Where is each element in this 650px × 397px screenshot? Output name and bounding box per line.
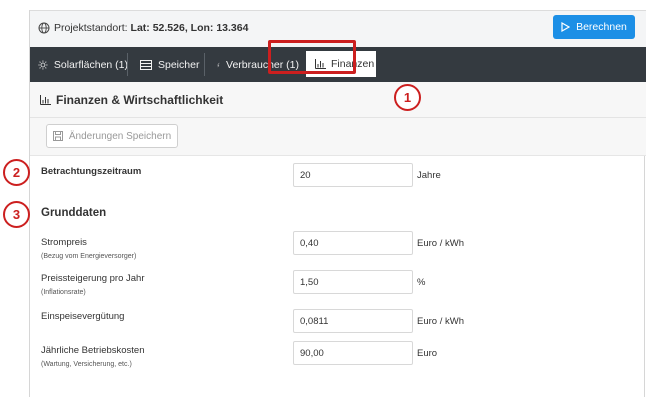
section-header: Finanzen & Wirtschaftlichkeit [30, 82, 646, 118]
annotation-marker-1: 1 [394, 84, 421, 111]
betrieb-label: Jährliche Betriebskosten (Wartung, Versi… [41, 345, 145, 368]
period-label: Betrachtungszeitraum [41, 166, 142, 177]
project-location: Projektstandort: Lat: 52.526, Lon: 13.36… [38, 22, 248, 34]
play-icon [561, 22, 571, 32]
group-title-grunddaten: Grunddaten [41, 207, 107, 219]
sun-icon [38, 59, 48, 70]
einspeise-unit: Euro / kWh [417, 316, 464, 327]
tab-verbraucher[interactable]: Verbraucher (1) [205, 47, 299, 82]
main-nav: Solarflächen (1) Speicher Verbraucher (1… [30, 47, 646, 82]
tab-label: Verbraucher (1) [226, 58, 299, 71]
strompreis-label: Strompreis (Bezug vom Energieversorger) [41, 237, 136, 260]
save-changes-label: Änderungen Speichern [68, 130, 172, 142]
strompreis-label-text: Strompreis [41, 237, 87, 248]
floppy-icon [52, 131, 63, 141]
betrieb-unit: Euro [417, 348, 438, 359]
period-input[interactable]: 20 [293, 163, 413, 187]
bar-chart-icon [315, 59, 326, 69]
strompreis-input[interactable]: 0,40 [293, 231, 413, 255]
section-title: Finanzen & Wirtschaftlichkeit [40, 93, 223, 107]
annotation-marker-3: 3 [3, 201, 30, 228]
bolt-icon [217, 62, 220, 67]
tab-solarflaechen[interactable]: Solarflächen (1) [30, 47, 128, 82]
preissteigerung-input[interactable]: 1,50 [293, 270, 413, 294]
location-prefix: Projektstandort: [54, 22, 128, 34]
location-value: Lat: 52.526, Lon: 13.364 [130, 22, 249, 34]
tab-label: Finanzen [331, 58, 375, 70]
calculate-label: Berechnen [576, 21, 627, 33]
tab-label: Solarflächen (1) [53, 58, 128, 71]
betrieb-label-text: Jährliche Betriebskosten [41, 345, 145, 356]
einspeise-input[interactable]: 0,0811 [293, 309, 413, 333]
strompreis-sublabel: (Bezug vom Energieversorger) [41, 253, 137, 260]
app-window: Projektstandort: Lat: 52.526, Lon: 13.36… [29, 10, 646, 397]
top-bar: Projektstandort: Lat: 52.526, Lon: 13.36… [30, 10, 646, 47]
tab-speicher[interactable]: Speicher [128, 47, 205, 82]
calculate-button[interactable]: Berechnen [553, 15, 635, 39]
period-unit: Jahre [417, 170, 441, 181]
betrieb-sublabel: (Wartung, Versicherung, etc.) [41, 361, 132, 368]
preissteigerung-label: Preissteigerung pro Jahr (Inflationsrate… [41, 273, 145, 296]
betrieb-input[interactable]: 90,00 [293, 341, 413, 365]
preissteigerung-unit: % [417, 277, 426, 288]
tab-finanzen[interactable]: Finanzen [306, 51, 376, 77]
save-changes-button[interactable]: Änderungen Speichern [46, 124, 178, 148]
strompreis-unit: Euro / kWh [417, 238, 464, 249]
tab-label: Speicher [158, 58, 200, 71]
bar-chart-icon [40, 95, 51, 105]
globe-icon [38, 22, 50, 34]
save-bar: Änderungen Speichern [30, 118, 646, 156]
annotation-marker-2: 2 [3, 159, 30, 186]
battery-icon [140, 59, 152, 70]
preissteigerung-label-text: Preissteigerung pro Jahr [41, 273, 145, 284]
preissteigerung-sublabel: (Inflationsrate) [41, 289, 86, 296]
einspeise-label: Einspeisevergütung [41, 311, 125, 322]
section-title-text: Finanzen & Wirtschaftlichkeit [56, 93, 224, 107]
